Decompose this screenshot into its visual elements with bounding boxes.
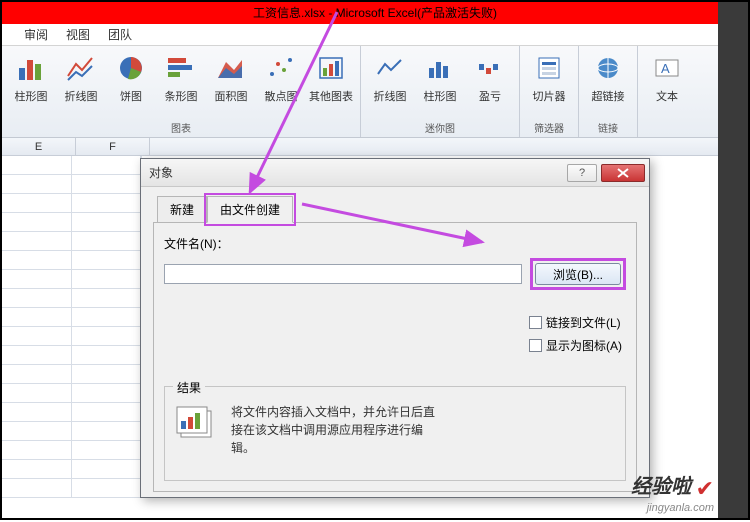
hyperlink-label: 超链接 bbox=[592, 88, 625, 104]
bar-chart-button[interactable]: 条形图 bbox=[156, 46, 206, 123]
scatter-chart-button[interactable]: 散点图 bbox=[256, 46, 306, 123]
group-filter-label: 筛选器 bbox=[520, 120, 578, 135]
pie-chart-icon bbox=[115, 52, 147, 84]
check-icon: ✔ bbox=[696, 476, 714, 501]
slicer-label: 切片器 bbox=[533, 88, 566, 104]
group-charts-label: 图表 bbox=[2, 120, 360, 135]
column-chart-label: 柱形图 bbox=[15, 88, 48, 104]
browse-highlight: 浏览(B)... bbox=[530, 258, 626, 290]
column-chart-icon bbox=[15, 52, 47, 84]
bar-chart-icon bbox=[165, 52, 197, 84]
filename-input[interactable] bbox=[164, 264, 522, 284]
result-box: 结果 将文件内容插入文档中，并允许日后直接在该文档中调用源应用程序进行编辑。 bbox=[164, 386, 626, 481]
sparkline-column-icon bbox=[424, 52, 456, 84]
link-to-file-row[interactable]: 链接到文件(L) bbox=[529, 314, 622, 331]
hyperlink-icon bbox=[592, 52, 624, 84]
cell-grid[interactable] bbox=[2, 156, 142, 518]
group-links-label: 链接 bbox=[579, 120, 637, 135]
sparkline-winloss-icon bbox=[474, 52, 506, 84]
bar-chart-label: 条形图 bbox=[165, 88, 198, 104]
textbox-label: 文本 bbox=[656, 88, 678, 104]
area-chart-label: 面积图 bbox=[215, 88, 248, 104]
display-as-icon-label: 显示为图标(A) bbox=[546, 337, 622, 354]
filename-label: 文件名(N)： bbox=[164, 235, 229, 252]
dialog-panel: 文件名(N)： 浏览(B)... 链接到文件(L) 显示为图标(A) 结果 bbox=[153, 222, 637, 492]
sparkline-winloss-label: 盈亏 bbox=[479, 88, 501, 104]
result-label: 结果 bbox=[173, 379, 205, 396]
sparkline-line-label: 折线图 bbox=[374, 88, 407, 104]
tab-new[interactable]: 新建 bbox=[157, 196, 207, 223]
dialog-title: 对象 bbox=[149, 164, 173, 181]
tab-view[interactable]: 视图 bbox=[66, 26, 90, 43]
dialog-titlebar[interactable]: 对象 ? bbox=[141, 159, 649, 187]
textbox-icon: A bbox=[651, 52, 683, 84]
svg-text:A: A bbox=[661, 61, 670, 76]
ribbon-tabs: 审阅 视图 团队 bbox=[2, 24, 748, 46]
other-chart-button[interactable]: 其他图表 bbox=[306, 46, 356, 123]
dialog-close-button[interactable] bbox=[601, 164, 645, 182]
line-chart-icon bbox=[65, 52, 97, 84]
object-dialog: 对象 ? 新建 由文件创建 文件名(N)： 浏览(B)... 链接到文件(L) bbox=[140, 158, 650, 498]
col-f[interactable]: F bbox=[76, 138, 150, 155]
column-chart-button[interactable]: 柱形图 bbox=[6, 46, 56, 123]
area-chart-button[interactable]: 面积图 bbox=[206, 46, 256, 123]
display-as-icon-row[interactable]: 显示为图标(A) bbox=[529, 337, 622, 354]
watermark-url: jingyanla.com bbox=[631, 502, 714, 514]
col-e[interactable]: E bbox=[2, 138, 76, 155]
checkbox-icon bbox=[529, 316, 542, 329]
other-chart-icon bbox=[315, 52, 347, 84]
tab-from-file[interactable]: 由文件创建 bbox=[207, 196, 293, 223]
checkbox-icon bbox=[529, 339, 542, 352]
line-chart-label: 折线图 bbox=[65, 88, 98, 104]
sparkline-line-icon bbox=[374, 52, 406, 84]
link-to-file-label: 链接到文件(L) bbox=[546, 314, 621, 331]
right-strip bbox=[718, 2, 748, 518]
sparkline-line-button[interactable]: 折线图 bbox=[365, 46, 415, 123]
slicer-icon bbox=[533, 52, 565, 84]
watermark: 经验啦 ✔ jingyanla.com bbox=[631, 470, 714, 514]
textbox-button[interactable]: A 文本 bbox=[642, 46, 692, 137]
scatter-chart-icon bbox=[265, 52, 297, 84]
area-chart-icon bbox=[215, 52, 247, 84]
other-chart-label: 其他图表 bbox=[309, 88, 353, 104]
watermark-text: 经验啦 bbox=[631, 476, 691, 498]
pie-chart-label: 饼图 bbox=[120, 88, 142, 104]
sparkline-column-button[interactable]: 柱形图 bbox=[415, 46, 465, 123]
hyperlink-button[interactable]: 超链接 bbox=[583, 46, 633, 123]
scatter-chart-label: 散点图 bbox=[265, 88, 298, 104]
slicer-button[interactable]: 切片器 bbox=[524, 46, 574, 123]
close-icon bbox=[617, 168, 629, 178]
dialog-tabs: 新建 由文件创建 bbox=[157, 195, 637, 222]
help-icon: ? bbox=[579, 167, 585, 179]
sparkline-column-label: 柱形图 bbox=[424, 88, 457, 104]
column-headers: E F bbox=[2, 138, 748, 156]
pie-chart-button[interactable]: 饼图 bbox=[106, 46, 156, 123]
ribbon: 柱形图 折线图 饼图 条形图 面积图 bbox=[2, 46, 748, 138]
browse-button[interactable]: 浏览(B)... bbox=[535, 263, 621, 285]
sparkline-winloss-button[interactable]: 盈亏 bbox=[465, 46, 515, 123]
tab-review[interactable]: 审阅 bbox=[24, 26, 48, 43]
dialog-help-button[interactable]: ? bbox=[567, 164, 597, 182]
tab-team[interactable]: 团队 bbox=[108, 26, 132, 43]
result-icon bbox=[175, 403, 219, 448]
group-sparklines-label: 迷你图 bbox=[361, 120, 519, 135]
app-titlebar: 工资信息.xlsx - Microsoft Excel(产品激活失败) bbox=[2, 2, 748, 24]
line-chart-button[interactable]: 折线图 bbox=[56, 46, 106, 123]
result-text: 将文件内容插入文档中，并允许日后直接在该文档中调用源应用程序进行编辑。 bbox=[231, 403, 441, 457]
